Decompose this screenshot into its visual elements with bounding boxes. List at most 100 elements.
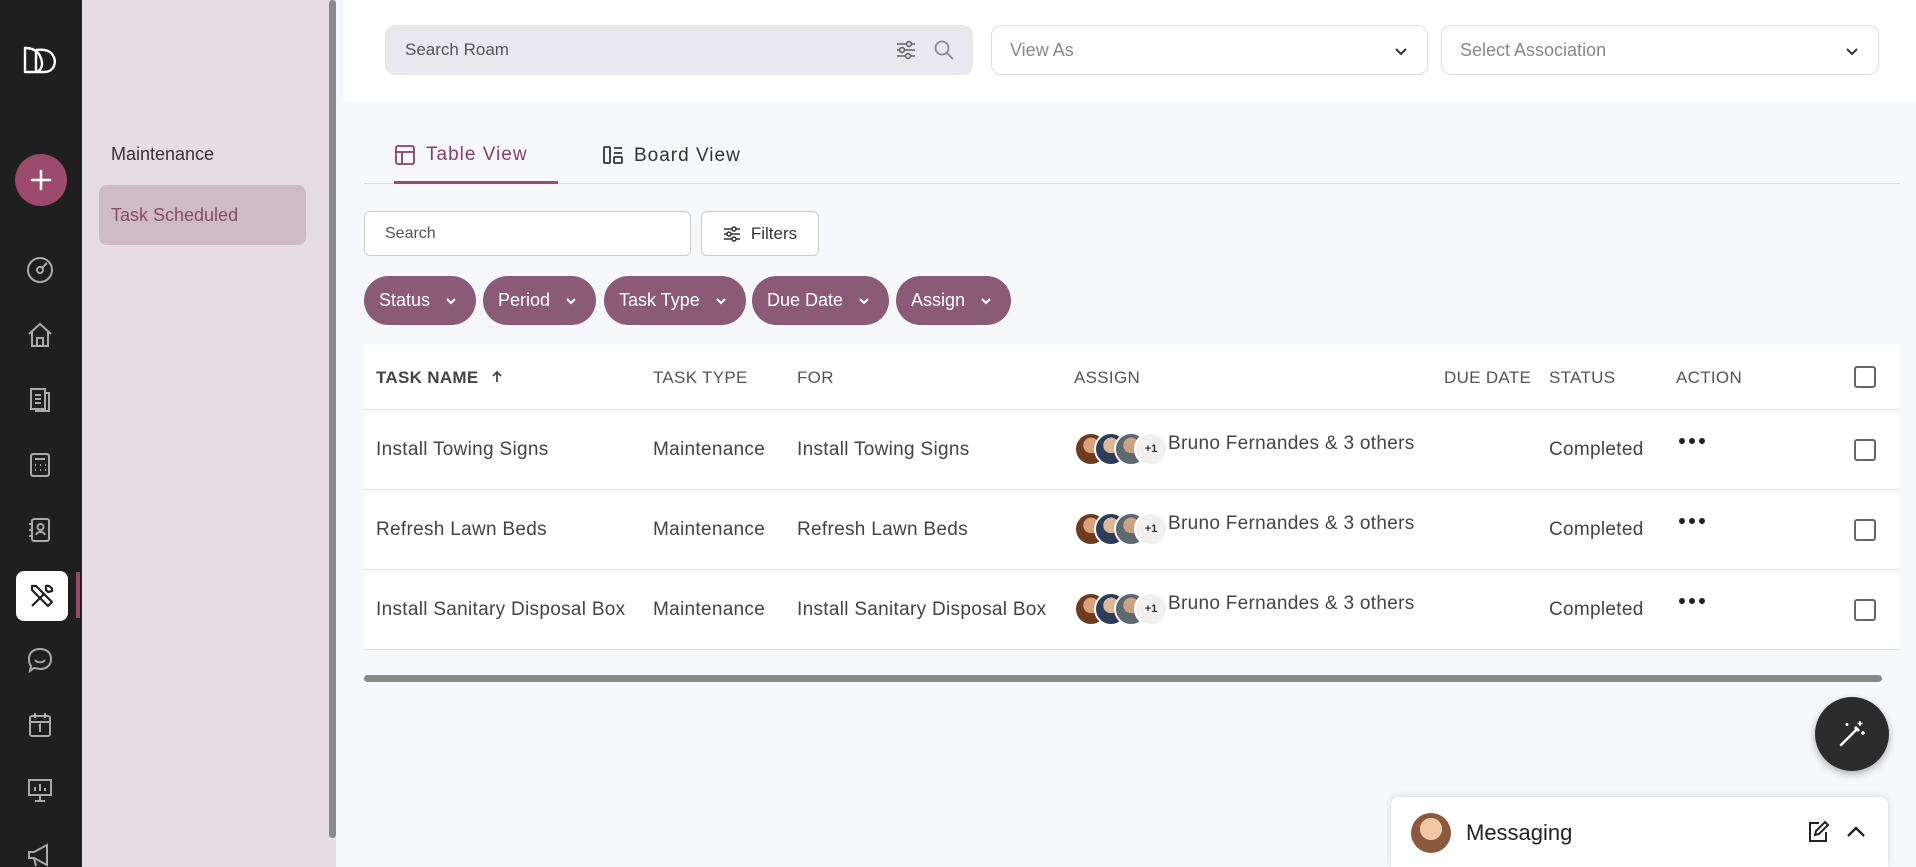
sidebar-item-task-scheduled[interactable]: Task Scheduled <box>99 185 306 245</box>
cell-for: Refresh Lawn Beds <box>797 519 968 540</box>
chevron-down-icon <box>859 297 869 304</box>
header-for[interactable]: FOR <box>797 368 834 388</box>
assignee-avatars[interactable]: +1 <box>1074 512 1168 546</box>
cell-task-name[interactable]: Install Sanitary Disposal Box <box>376 599 625 621</box>
status-filter-chip[interactable]: Status <box>364 276 477 325</box>
header-assign[interactable]: ASSIGN <box>1074 368 1140 388</box>
document-icon[interactable] <box>20 380 60 420</box>
global-search-placeholder: Search Roam <box>405 40 509 59</box>
secondary-sidebar: Maintenance Task Scheduled <box>82 0 336 867</box>
view-as-label: View As <box>1010 39 1074 60</box>
table-row[interactable]: Install Sanitary Disposal Box Maintenanc… <box>364 570 1900 650</box>
row-checkbox[interactable] <box>1854 439 1876 461</box>
chip-label: Status <box>379 290 431 310</box>
calendar-icon[interactable] <box>20 705 60 745</box>
icon-rail <box>0 0 82 867</box>
view-as-dropdown[interactable]: View As <box>991 25 1428 75</box>
cell-task-name[interactable]: Refresh Lawn Beds <box>376 519 547 541</box>
app-logo-icon[interactable] <box>22 44 60 76</box>
cell-task-type: Maintenance <box>653 519 766 540</box>
header-action: ACTION <box>1676 368 1743 387</box>
chevron-down-icon <box>446 297 456 304</box>
chat-icon[interactable] <box>20 640 60 680</box>
messaging-panel[interactable]: Messaging <box>1391 797 1888 867</box>
messaging-label: Messaging <box>1466 820 1573 845</box>
chevron-down-icon <box>1846 48 1858 56</box>
sidebar-item-maintenance[interactable]: Maintenance <box>111 144 214 165</box>
dashboard-icon[interactable] <box>20 250 60 290</box>
cell-status: Completed <box>1549 519 1644 540</box>
table-search-input[interactable]: Search <box>364 211 691 256</box>
table-row[interactable]: Install Towing Signs Maintenance Install… <box>364 410 1900 490</box>
chevron-down-icon <box>716 297 726 304</box>
magic-wand-icon <box>1839 721 1865 747</box>
header-status[interactable]: STATUS <box>1549 368 1615 388</box>
header-task-name[interactable]: TASK NAME <box>376 368 504 388</box>
chevron-down-icon <box>981 297 991 304</box>
maintenance-tools-icon[interactable] <box>16 571 68 621</box>
filters-label: Filters <box>750 223 798 243</box>
more-actions-icon[interactable] <box>1679 518 1705 524</box>
cell-status: Completed <box>1549 599 1644 620</box>
view-tabs: Table View Board View <box>364 128 1900 184</box>
search-settings-icon[interactable] <box>895 39 917 66</box>
row-checkbox[interactable] <box>1854 599 1876 621</box>
chevron-down-icon <box>1395 48 1407 56</box>
filters-button[interactable]: Filters <box>701 211 819 256</box>
assignee-avatars[interactable]: +1 <box>1074 432 1168 466</box>
contacts-icon[interactable] <box>20 510 60 550</box>
header-task-type[interactable]: TASK TYPE <box>653 368 748 388</box>
select-all-checkbox[interactable] <box>1854 366 1876 388</box>
filter-sliders-icon <box>723 225 740 242</box>
more-actions-icon[interactable] <box>1679 598 1705 604</box>
home-icon[interactable] <box>20 315 60 355</box>
table-icon <box>395 144 415 165</box>
sidebar-scrollbar[interactable] <box>329 0 336 838</box>
compose-icon[interactable] <box>1805 819 1831 845</box>
chip-label: Period <box>498 290 551 310</box>
calculator-icon[interactable] <box>20 445 60 485</box>
add-button[interactable] <box>15 154 67 206</box>
tab-table-view[interactable]: Table View <box>394 128 558 184</box>
chip-label: Assign <box>911 290 966 310</box>
tab-table-view-label: Table View <box>426 143 528 165</box>
more-assignees-badge: +1 <box>1134 512 1168 546</box>
chip-label: Task Type <box>619 290 700 310</box>
board-icon <box>603 146 623 164</box>
table-horizontal-scrollbar[interactable] <box>364 675 1882 682</box>
megaphone-icon[interactable] <box>20 835 60 867</box>
search-icon[interactable] <box>933 39 955 66</box>
magic-wand-button[interactable] <box>1815 697 1889 771</box>
due-date-filter-chip[interactable]: Due Date <box>752 276 890 325</box>
select-association-label: Select Association <box>1460 39 1607 60</box>
more-assignees-badge: +1 <box>1134 592 1168 626</box>
cell-for: Install Towing Signs <box>797 439 970 460</box>
row-checkbox[interactable] <box>1854 519 1876 541</box>
top-bar: Search Roam View As Select Association <box>343 0 1916 102</box>
more-assignees-badge: +1 <box>1134 432 1168 466</box>
global-search-input[interactable]: Search Roam <box>385 25 973 75</box>
cell-task-type: Maintenance <box>653 439 766 460</box>
rail-active-marker <box>76 572 80 618</box>
period-filter-chip[interactable]: Period <box>483 276 597 325</box>
tab-board-view-label: Board View <box>634 145 741 166</box>
select-association-dropdown[interactable]: Select Association <box>1441 25 1879 75</box>
tab-board-view[interactable]: Board View <box>602 128 741 184</box>
presentation-icon[interactable] <box>20 770 60 810</box>
header-due-date[interactable]: DUE DATE <box>1444 368 1531 388</box>
more-actions-icon[interactable] <box>1679 438 1705 444</box>
cell-status: Completed <box>1549 439 1644 460</box>
chevron-up-icon[interactable] <box>1843 819 1869 845</box>
chip-label: Due Date <box>767 290 844 310</box>
cell-task-type: Maintenance <box>653 599 766 620</box>
cell-task-name[interactable]: Install Towing Signs <box>376 439 549 461</box>
cell-assignees: Bruno Fernandes & 3 others <box>1168 593 1415 614</box>
task-type-filter-chip[interactable]: Task Type <box>604 276 746 325</box>
table-row[interactable]: Refresh Lawn Beds Maintenance Refresh La… <box>364 490 1900 570</box>
avatar <box>1411 813 1451 853</box>
table-header: TASK NAME TASK TYPE FOR ASSIGN DUE DATE … <box>364 344 1900 410</box>
assignee-avatars[interactable]: +1 <box>1074 592 1168 626</box>
cell-for: Install Sanitary Disposal Box <box>797 599 1047 620</box>
chevron-down-icon <box>566 297 576 304</box>
assign-filter-chip[interactable]: Assign <box>896 276 1012 325</box>
